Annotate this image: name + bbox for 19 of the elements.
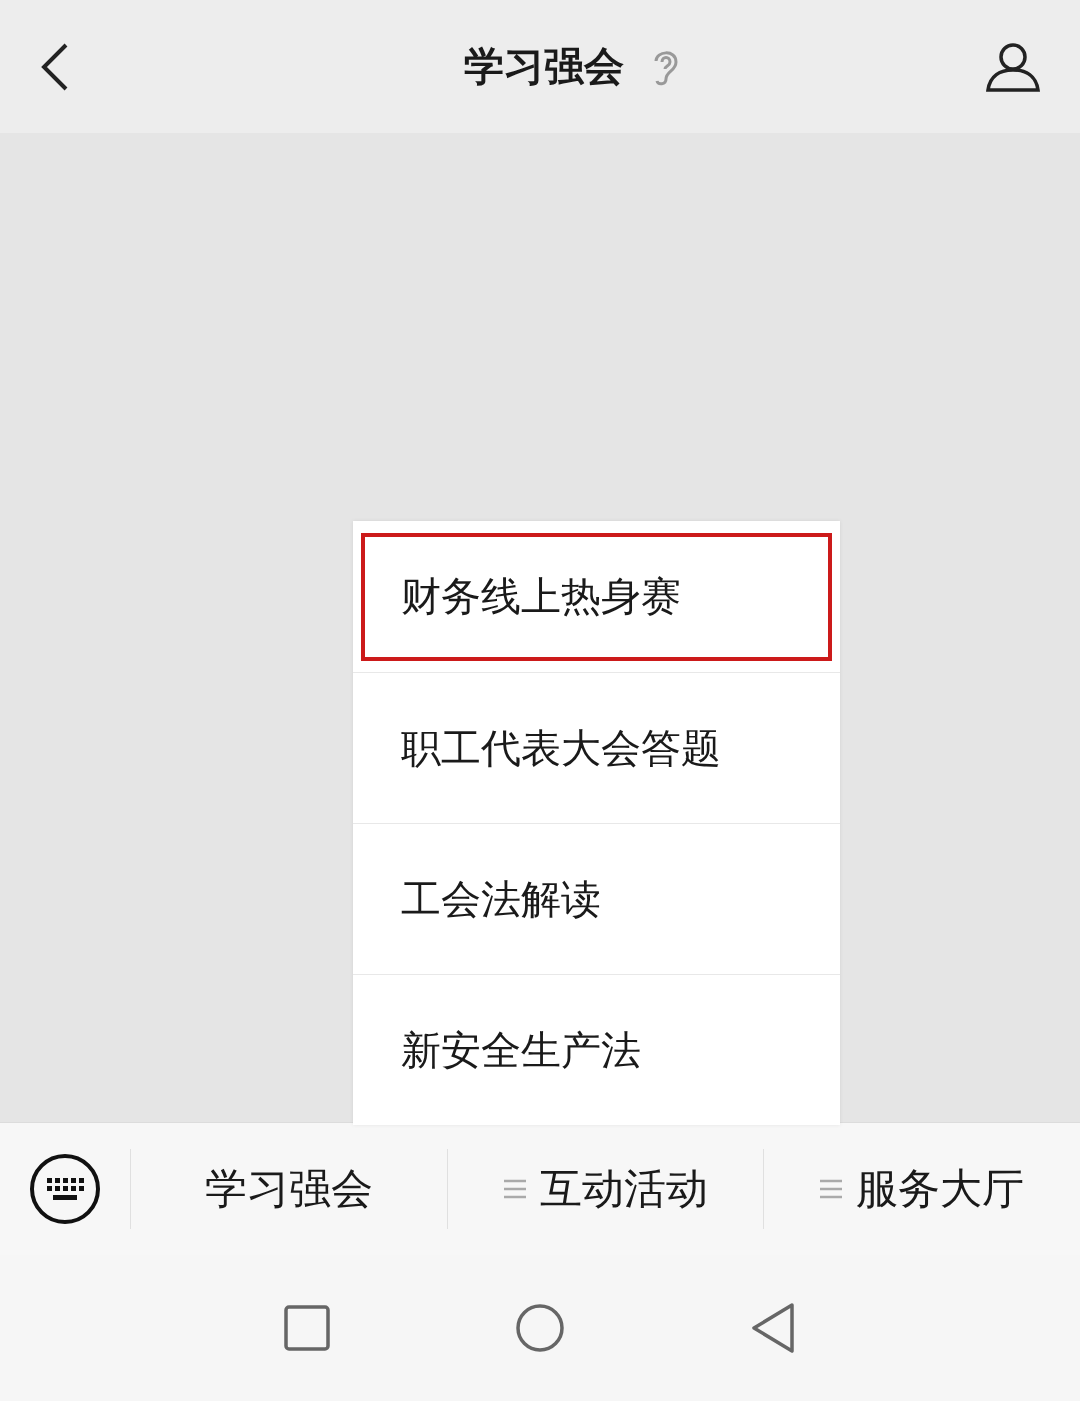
window-title: 学习强会 [464,42,624,91]
circle-icon[interactable] [515,1303,565,1353]
profile-icon[interactable] [986,41,1040,92]
keyboard-icon[interactable] [29,1153,101,1225]
tab-label: 互动活动 [539,1163,708,1215]
menu-item[interactable]: 工会法解读 [361,835,832,963]
tab-label: 学习强会 [204,1163,373,1215]
menu-item[interactable]: 新安全生产法 [361,986,832,1114]
menu-item[interactable]: 财务线上热身赛 [361,532,832,661]
list-icon [820,1178,843,1200]
tab-label: 服务大厅 [856,1163,1025,1215]
menu-tab[interactable]: 互动活动 [447,1149,765,1229]
square-icon[interactable] [284,1305,330,1351]
triangle-icon[interactable] [750,1302,796,1354]
back-icon[interactable] [40,42,68,91]
list-icon [503,1178,526,1200]
menu-item[interactable]: 职工代表大会答题 [361,684,832,812]
menu-tab[interactable]: 服务大厅 [764,1149,1080,1229]
menu-tab[interactable]: 学习强会 [131,1149,448,1229]
